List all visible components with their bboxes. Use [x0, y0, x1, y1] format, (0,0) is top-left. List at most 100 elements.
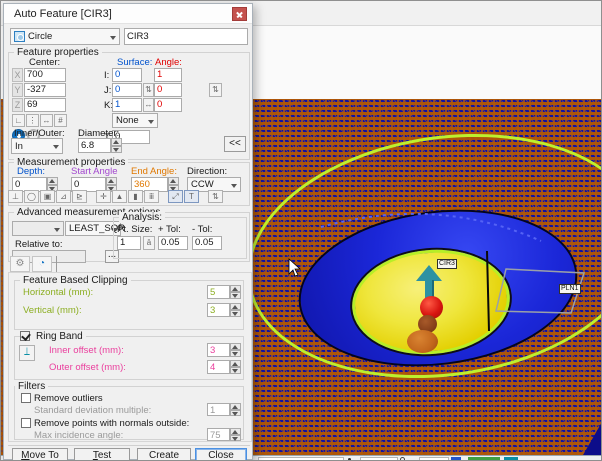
spinner-up-icon[interactable]: [47, 177, 58, 185]
spinner-down-icon[interactable]: [230, 292, 241, 299]
measure-order-icon[interactable]: ⊥: [8, 190, 23, 203]
swap-vector-icon[interactable]: ↔: [143, 98, 154, 112]
spinner-up-icon[interactable]: [168, 177, 179, 185]
spinner-up-icon[interactable]: [230, 285, 241, 292]
sensor-select[interactable]: None: [112, 113, 158, 128]
spinner-up-icon[interactable]: [106, 177, 117, 185]
probe-center-icon[interactable]: ✛: [96, 190, 111, 203]
x-axis-chip: X: [12, 68, 23, 82]
vertical-field[interactable]: 3: [207, 303, 230, 317]
pt-size-field[interactable]: 1: [117, 236, 141, 250]
analysis-label: Analysis:: [119, 212, 165, 223]
inner-offset-spin-buttons[interactable]: [230, 343, 241, 357]
tab-rescan[interactable]: ◔: [32, 256, 52, 272]
remove-normals-checkbox[interactable]: [21, 418, 31, 428]
points-toggle-icon[interactable]: ⋮: [26, 114, 39, 127]
ring-band-icon[interactable]: ⟘: [19, 345, 35, 361]
close-icon[interactable]: [232, 7, 247, 21]
outer-offset-spin-buttons[interactable]: [230, 360, 241, 374]
feature-type-select[interactable]: Circle: [10, 28, 120, 45]
spinner-up-icon[interactable]: [230, 303, 241, 310]
collapse-dialog-button[interactable]: <<: [224, 136, 246, 152]
hit-pattern-icon[interactable]: ⊿: [56, 190, 71, 203]
grid-toggle-icon[interactable]: #: [54, 114, 67, 127]
i-label: I:: [104, 70, 109, 81]
move-to-button[interactable]: Move To: [12, 448, 68, 461]
vertical-spin-buttons[interactable]: [230, 303, 241, 317]
updown-icon[interactable]: ⇅: [208, 190, 223, 203]
scan-points-arc: [321, 214, 541, 241]
center-z-field[interactable]: 69: [24, 98, 66, 112]
direction-label: Direction:: [187, 166, 227, 177]
pln1-feature-label: PLN1: [559, 284, 581, 294]
spinner-down-icon[interactable]: [230, 310, 241, 317]
feature-type-value: Circle: [28, 31, 52, 42]
status-field-3[interactable]: [419, 457, 449, 461]
spinner-down-icon[interactable]: [230, 367, 241, 374]
move-to-rest: ove To: [30, 450, 59, 461]
minus-tol-field[interactable]: 0.05: [192, 236, 222, 250]
inner-offset-field[interactable]: 3: [207, 343, 230, 357]
angle-i-field[interactable]: 1: [154, 68, 182, 82]
tab-probe-options[interactable]: ⚙: [10, 256, 30, 272]
horizontal-spinner: 5: [207, 285, 241, 299]
box-sample-icon[interactable]: ▣: [40, 190, 55, 203]
probe-up-icon[interactable]: ▲: [112, 190, 127, 203]
status-teal-icon: [504, 457, 518, 461]
spinner-down-icon[interactable]: [230, 350, 241, 357]
surface-j-field[interactable]: 0: [112, 83, 142, 97]
status-field-1[interactable]: [258, 457, 344, 461]
columns-icon[interactable]: ⅲ: [144, 190, 159, 203]
std-dev-label: Standard deviation multiple:: [34, 405, 151, 416]
depth-label: Depth:: [17, 166, 45, 177]
outer-offset-field[interactable]: 4: [207, 360, 230, 374]
angle-j-field[interactable]: 0: [154, 83, 182, 97]
diameter-field[interactable]: 6.8: [78, 138, 111, 153]
probe-side-icon[interactable]: ▮: [128, 190, 143, 203]
circle-path-icon[interactable]: ◯: [24, 190, 39, 203]
surface-k-field[interactable]: 1: [112, 98, 142, 112]
feature-name-input[interactable]: CIR3: [124, 28, 248, 45]
spinner-up-icon[interactable]: [230, 360, 241, 367]
horizontal-field[interactable]: 5: [207, 285, 230, 299]
create-button[interactable]: Create: [137, 448, 191, 461]
close-button[interactable]: Close: [195, 448, 247, 461]
spinner-down-icon[interactable]: [111, 146, 122, 154]
text-anchor-icon[interactable]: T: [184, 190, 199, 203]
horizontal-spin-buttons[interactable]: [230, 285, 241, 299]
status-field-2[interactable]: [360, 457, 398, 461]
dialog-titlebar[interactable]: Auto Feature [CIR3]: [4, 4, 252, 24]
footer-separator: [8, 445, 250, 446]
test-rest: est: [98, 450, 111, 461]
spinner-up-icon[interactable]: [111, 138, 122, 146]
ring-band-checkbox[interactable]: [20, 331, 30, 341]
std-dev-spin-buttons: [230, 403, 241, 416]
relative-to-label: Relative to:: [15, 239, 63, 250]
inner-outer-select[interactable]: In: [11, 138, 63, 154]
sensor-select-value: None: [116, 115, 139, 126]
diameter-spin-buttons[interactable]: [111, 138, 122, 153]
spinner-up-icon[interactable]: [230, 343, 241, 350]
center-y-field[interactable]: -327: [24, 83, 66, 97]
remove-outliers-checkbox[interactable]: [21, 393, 31, 403]
analysis-toggle-icon[interactable]: ā: [143, 236, 155, 250]
diagonal-measure-icon[interactable]: ⤢: [168, 190, 183, 203]
flip-angle-vector-icon[interactable]: ⇅: [209, 83, 222, 97]
horizontal-label: Horizontal (mm):: [23, 287, 93, 298]
diameter-spinner: 6.8: [78, 138, 122, 153]
test-button[interactable]: Test: [74, 448, 130, 461]
y-axis-chip: Y: [12, 83, 23, 97]
surface-i-field[interactable]: 0: [112, 68, 142, 82]
minus-tol-label: - Tol:: [192, 224, 212, 235]
angle-k-field[interactable]: 0: [154, 98, 182, 112]
width-toggle-icon[interactable]: ↔: [40, 114, 53, 127]
axes-toggle-icon[interactable]: ∟: [12, 114, 25, 127]
max-incidence-spin-buttons: [230, 428, 241, 441]
flip-surface-vector-icon[interactable]: ⇅: [143, 83, 154, 97]
filters-label: Filters: [15, 381, 48, 392]
hit-pattern-alt-icon[interactable]: ⊵: [72, 190, 87, 203]
center-x-field[interactable]: 700: [24, 68, 66, 82]
feature-based-clipping-label: Feature Based Clipping: [20, 275, 131, 286]
mouse-cursor: [289, 259, 300, 276]
plus-tol-field[interactable]: 0.05: [158, 236, 188, 250]
